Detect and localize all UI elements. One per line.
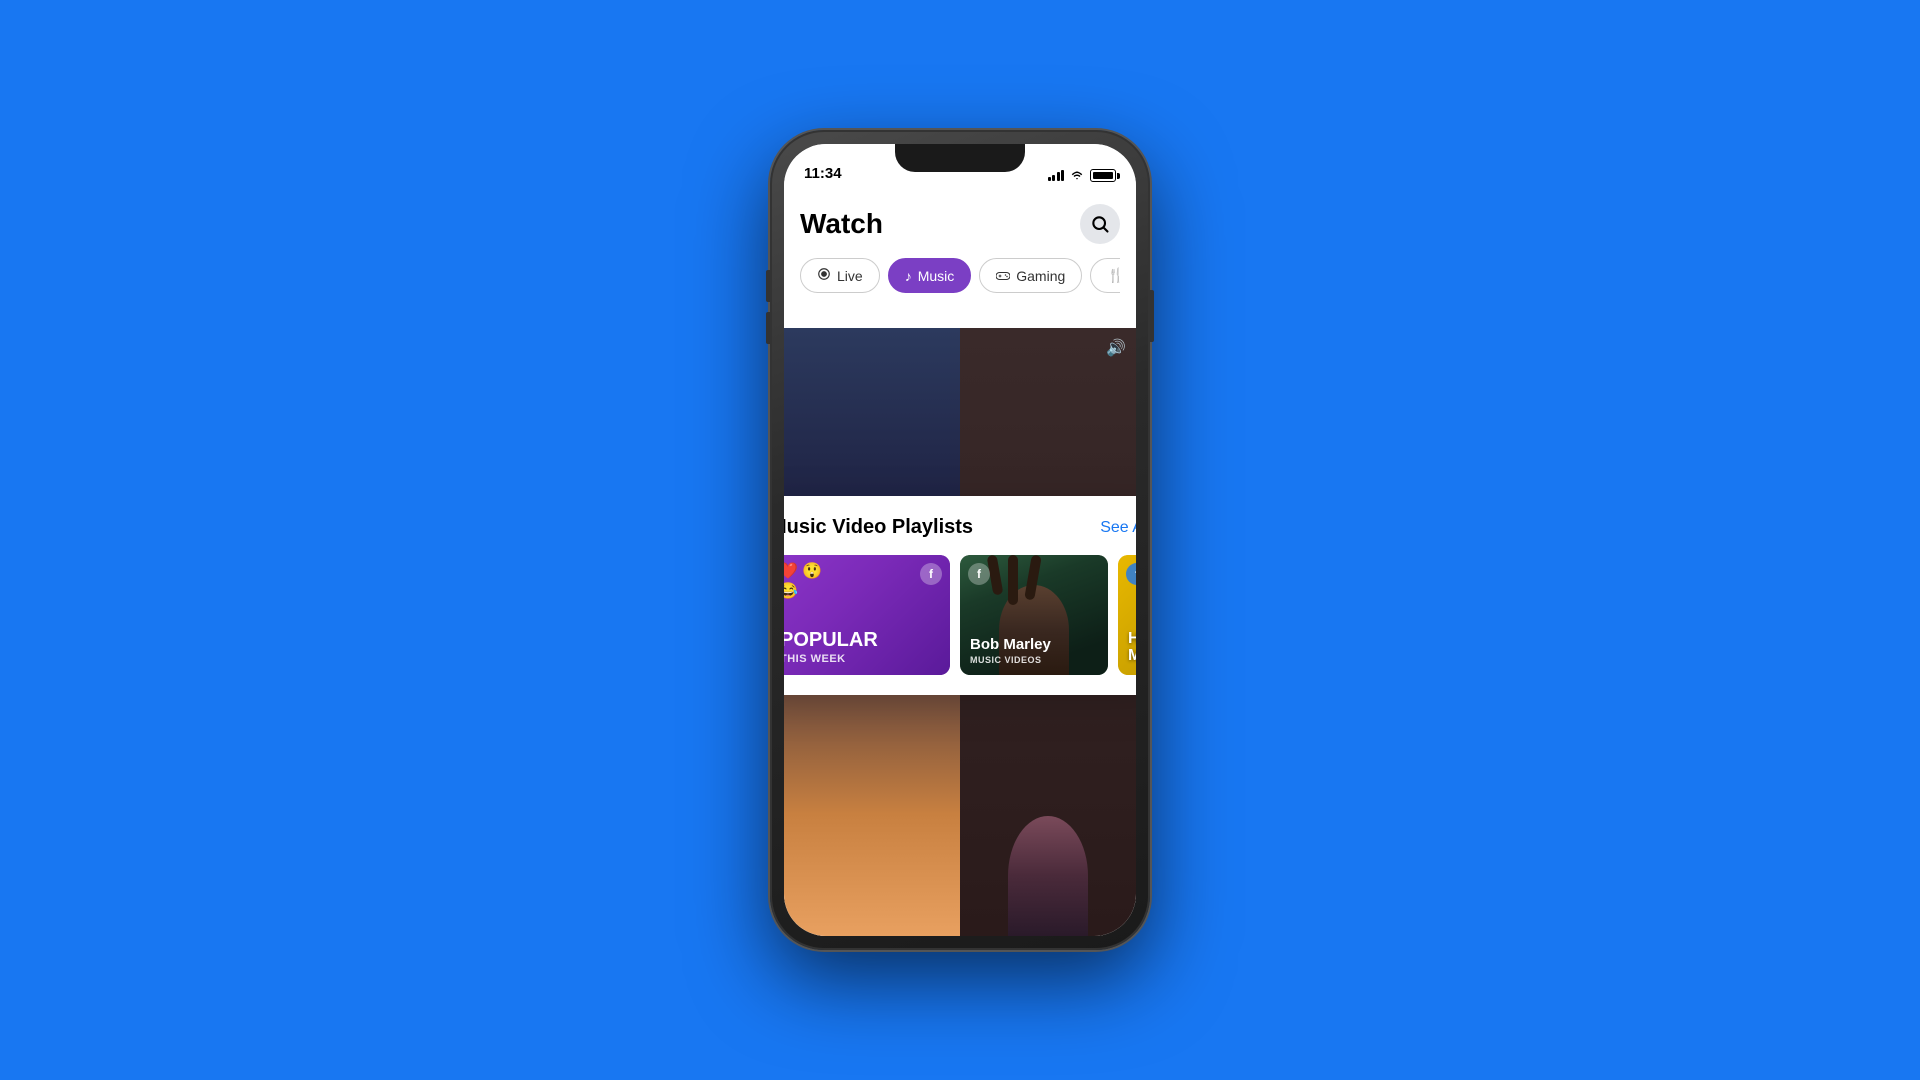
status-time: 11:34: [804, 165, 842, 182]
search-button[interactable]: [1080, 204, 1120, 244]
tab-gaming-label: Gaming: [1016, 268, 1065, 284]
phone-screen: 11:34: [784, 144, 1136, 936]
signal-icon: [1048, 170, 1065, 181]
phone-notch: [895, 144, 1025, 172]
popular-text: POPULAR THIS WEEK: [784, 629, 878, 665]
popular-emojis: ❤️ 😲😂: [784, 561, 822, 601]
app-title-row: Watch: [800, 204, 1120, 244]
tab-gaming[interactable]: Gaming: [979, 258, 1082, 293]
tab-live[interactable]: Live: [800, 258, 880, 293]
facebook-logo-hiphop: f: [1126, 563, 1136, 585]
page-title: Watch: [800, 208, 883, 240]
card-header: Music Video Playlists See All: [784, 516, 1136, 539]
card-title: Music Video Playlists: [784, 516, 973, 539]
hiphop-text: HIP HOPMVPs: [1128, 630, 1136, 665]
tab-food[interactable]: 🍴 Food: [1090, 258, 1120, 293]
live-icon: [817, 267, 831, 284]
playlist-hiphop[interactable]: f HIP HOPMVPs: [1118, 555, 1136, 675]
status-icons: [1048, 169, 1117, 182]
filter-tabs: Live ♪ Music: [800, 258, 1120, 305]
playlist-row: ❤️ 😲😂 f POPULAR THIS WEEK: [784, 555, 1136, 675]
tab-music-label: Music: [918, 268, 955, 284]
app-header: Watch: [784, 188, 1136, 305]
food-icon: 🍴: [1107, 267, 1120, 284]
page-background: 11:34: [0, 0, 1920, 1080]
phone-device: 11:34: [770, 130, 1150, 950]
phone-shell: 11:34: [770, 130, 1150, 950]
popular-sub: THIS WEEK: [784, 653, 878, 665]
tab-music[interactable]: ♪ Music: [888, 258, 972, 293]
facebook-logo-popular: f: [920, 563, 942, 585]
see-all-button[interactable]: See All: [1100, 519, 1136, 537]
app-content: Watch: [784, 188, 1136, 936]
volume-down-button[interactable]: [766, 312, 770, 344]
battery-icon: [1090, 169, 1116, 182]
volume-up-button[interactable]: [766, 270, 770, 302]
wifi-icon: [1069, 170, 1085, 182]
facebook-logo-bob: f: [968, 563, 990, 585]
popular-main: POPULAR: [784, 629, 878, 651]
playlist-bob-marley[interactable]: f Bob Marley MUSIC VIDEOS: [960, 555, 1108, 675]
hiphop-main: HIP HOPMVPs: [1128, 630, 1136, 665]
sound-icon[interactable]: 🔊: [1106, 338, 1126, 358]
tab-live-label: Live: [837, 268, 863, 284]
music-playlists-card: Music Video Playlists See All ❤️ 😲😂 f: [784, 496, 1136, 695]
music-icon: ♪: [905, 268, 912, 284]
bob-main: Bob Marley: [970, 637, 1051, 654]
playlist-popular[interactable]: ❤️ 😲😂 f POPULAR THIS WEEK: [784, 555, 950, 675]
gaming-icon: [996, 268, 1010, 284]
power-button[interactable]: [1150, 290, 1154, 342]
bob-sub: MUSIC VIDEOS: [970, 655, 1051, 665]
bob-marley-text: Bob Marley MUSIC VIDEOS: [970, 637, 1051, 666]
